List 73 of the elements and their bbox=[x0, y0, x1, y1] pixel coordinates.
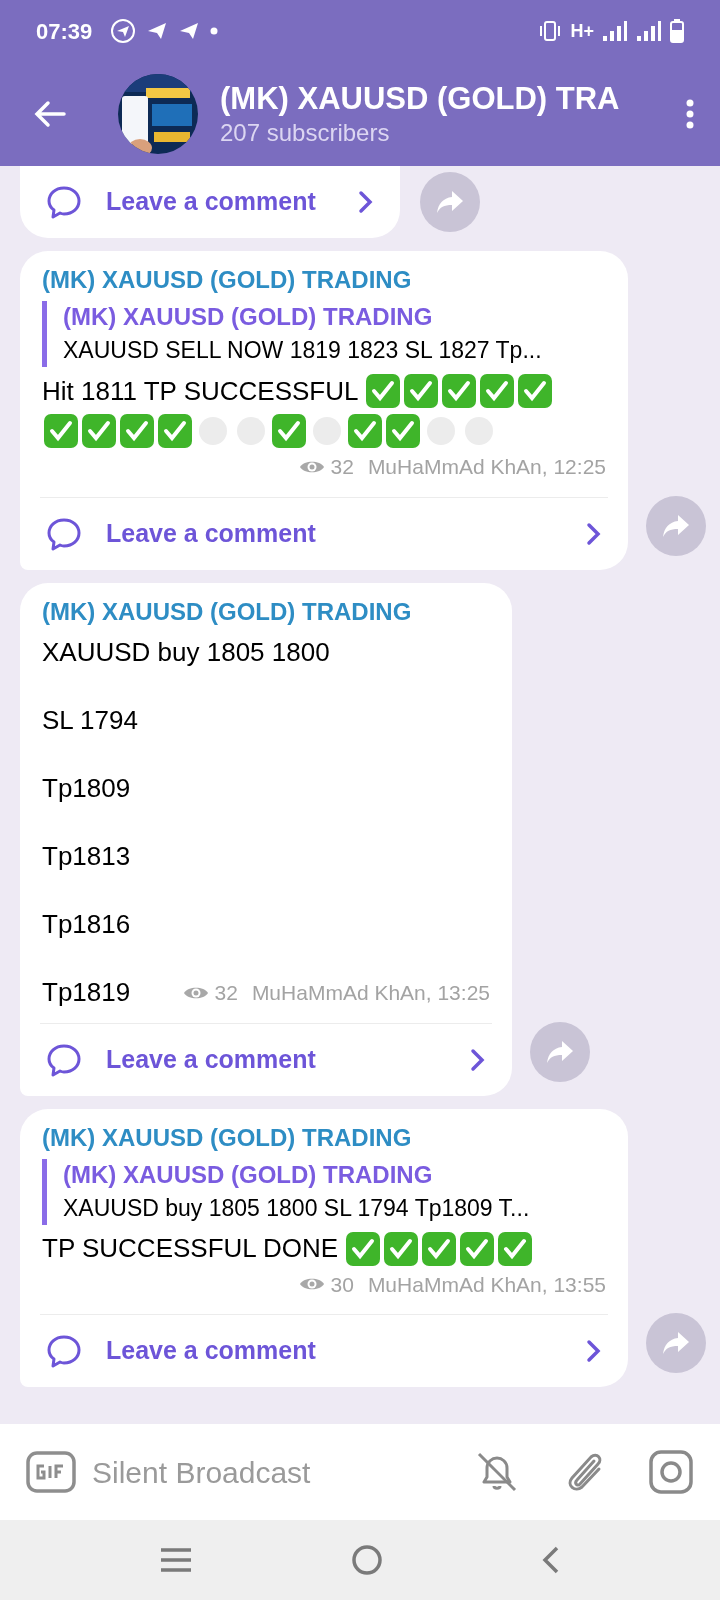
share-arrow-icon bbox=[435, 189, 465, 215]
check-mark-icon bbox=[441, 373, 478, 409]
check-mark-icon bbox=[403, 373, 440, 409]
channel-name: (MK) XAUUSD (GOLD) TRADING bbox=[42, 596, 413, 627]
message-text: TP SUCCESSFUL DONE bbox=[42, 1232, 339, 1265]
channel-name: (MK) XAUUSD (GOLD) TRADING bbox=[42, 1122, 413, 1153]
share-arrow-icon bbox=[661, 512, 691, 539]
view-count: 32 bbox=[214, 980, 238, 1006]
dot-icon bbox=[210, 27, 219, 35]
chevron-right-icon bbox=[586, 1339, 602, 1363]
back-arrow-icon bbox=[34, 100, 66, 128]
menu-icon[interactable] bbox=[159, 1546, 193, 1574]
signal-icon bbox=[602, 20, 628, 42]
send-icon bbox=[178, 21, 201, 41]
forward-source: (MK) XAUUSD (GOLD) TRADING bbox=[63, 1159, 434, 1190]
comment-icon bbox=[46, 1333, 82, 1369]
message-signature: MuHaMmAd KhAn, 13:25 bbox=[251, 980, 490, 1006]
check-mark-icon bbox=[157, 413, 193, 449]
check-mark-icon bbox=[383, 1230, 420, 1267]
back-icon[interactable] bbox=[541, 1545, 561, 1575]
share-button[interactable] bbox=[646, 1313, 706, 1373]
message-line: Tp1809 bbox=[42, 771, 132, 805]
leave-comment-button[interactable]: Leave a comment bbox=[20, 166, 400, 238]
check-mark-icon bbox=[119, 413, 155, 449]
view-count: 32 bbox=[330, 454, 354, 480]
check-mark-icon bbox=[459, 1230, 496, 1267]
check-mark-icon bbox=[271, 413, 307, 449]
forward-preview: XAUUSD SELL NOW 1819 1823 SL 1827 Tp... bbox=[63, 336, 543, 365]
forward-source: (MK) XAUUSD (GOLD) TRADING bbox=[63, 302, 434, 332]
signal-icon bbox=[636, 20, 662, 42]
check-mark-icon bbox=[81, 413, 117, 449]
chevron-right-icon bbox=[586, 521, 602, 546]
subscriber-count: 207 subscribers bbox=[220, 118, 391, 148]
leave-comment-button[interactable]: Leave a comment bbox=[20, 1023, 512, 1096]
check-mark-icon bbox=[421, 1230, 458, 1267]
battery-icon bbox=[670, 19, 684, 43]
leave-comment-button[interactable]: Leave a comment bbox=[20, 1315, 628, 1387]
send-icon bbox=[146, 21, 169, 41]
message-text: Hit 1811 TP SUCCESSFUL bbox=[42, 374, 359, 408]
leave-comment-button[interactable]: Leave a comment bbox=[20, 497, 628, 570]
message-signature: MuHaMmAd KhAn, 13:55 bbox=[367, 1271, 606, 1298]
chevron-right-icon bbox=[470, 1047, 486, 1072]
check-mark-icon bbox=[479, 373, 516, 409]
network-type: H+ bbox=[570, 19, 594, 43]
send-circle-icon bbox=[110, 18, 137, 44]
view-count: 30 bbox=[330, 1271, 354, 1298]
message-line: Tp1813 bbox=[42, 839, 132, 873]
check-mark-icon bbox=[347, 413, 383, 449]
share-arrow-icon bbox=[661, 1330, 691, 1356]
forward-preview: XAUUSD buy 1805 1800 SL 1794 Tp1809 T... bbox=[63, 1193, 531, 1223]
message-line: Tp1816 bbox=[42, 907, 132, 941]
home-icon[interactable] bbox=[351, 1544, 383, 1576]
vibrate-icon bbox=[538, 20, 563, 42]
check-mark-icon bbox=[345, 1230, 382, 1267]
status-time: 07:39 bbox=[36, 17, 93, 46]
message-line: Tp1819 bbox=[42, 975, 131, 1009]
channel-name: (MK) XAUUSD (GOLD) TRADING bbox=[42, 265, 413, 295]
camera-icon bbox=[648, 1449, 694, 1495]
gif-icon bbox=[26, 1451, 76, 1493]
comment-icon bbox=[46, 184, 82, 220]
message-line: SL 1794 bbox=[42, 703, 139, 737]
check-mark-icon bbox=[385, 413, 421, 449]
check-mark-icon bbox=[365, 373, 402, 409]
channel-title: (MK) XAUUSD (GOLD) TRA bbox=[220, 80, 621, 118]
check-mark-icon bbox=[43, 413, 79, 449]
more-vertical-icon bbox=[686, 99, 694, 129]
message-line: XAUUSD buy 1805 1800 bbox=[42, 635, 331, 669]
chevron-right-icon bbox=[358, 190, 374, 214]
share-arrow-icon bbox=[545, 1038, 575, 1065]
check-mark-icon bbox=[517, 373, 554, 409]
check-mark-icon bbox=[497, 1230, 534, 1267]
message-signature: MuHaMmAd KhAn, 12:25 bbox=[367, 454, 606, 480]
share-button[interactable] bbox=[420, 172, 480, 232]
